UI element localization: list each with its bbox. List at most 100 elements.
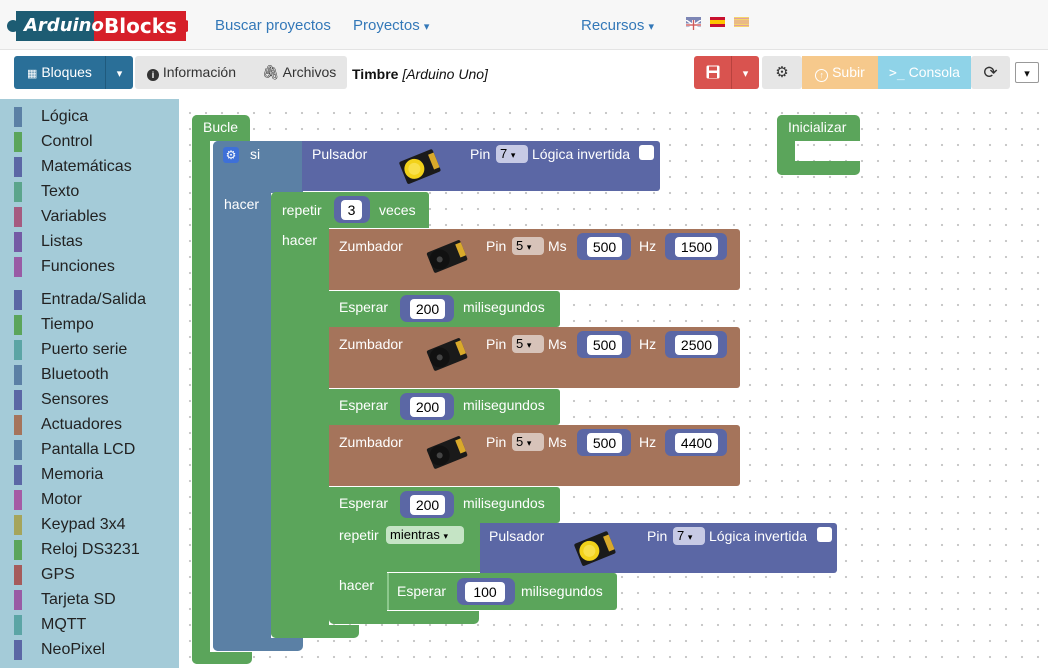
while-pin-select[interactable]: 7 ▾ <box>673 527 705 545</box>
category-item[interactable]: Memoria <box>14 463 179 485</box>
inverted-checkbox[interactable] <box>639 145 654 160</box>
inverted-label: Lógica invertida <box>532 146 631 162</box>
while-inverted-checkbox[interactable] <box>817 527 832 542</box>
catalan-flag-icon[interactable] <box>734 17 749 27</box>
repeat-mode-select[interactable]: mientras ▾ <box>386 526 464 544</box>
wait-value[interactable]: 200 <box>410 299 445 319</box>
buzzer-hz-value[interactable]: 4400 <box>675 433 718 453</box>
info-files-group: i Información 🖇 Archivos <box>135 56 347 89</box>
inner-wait-value-block[interactable]: 100 <box>457 578 515 605</box>
arduinoblocks-logo[interactable]: Arduino Blocks <box>6 8 191 44</box>
category-item[interactable]: Listas <box>14 230 179 252</box>
category-item[interactable]: NeoPixel <box>14 638 179 660</box>
wait-block[interactable]: Esperar 200 milisegundos <box>329 291 560 327</box>
loop-block-label: Bucle <box>203 119 239 135</box>
repeat-while-do-label: hacer <box>339 577 375 593</box>
blocks-dropdown-button[interactable]: ▾ <box>106 56 133 89</box>
category-item[interactable]: MQTT <box>14 613 179 635</box>
category-item[interactable]: Bluetooth <box>14 363 179 385</box>
blocks-workspace[interactable]: Bucle Inicializar ⚙ si hacer Pulsador Pi… <box>179 99 1048 668</box>
category-item[interactable]: Variables <box>14 205 179 227</box>
category-item[interactable]: Motor <box>14 488 179 510</box>
category-item[interactable]: Lógica <box>14 105 179 127</box>
category-item[interactable]: Actuadores <box>14 413 179 435</box>
wait-value-block[interactable]: 200 <box>400 491 454 518</box>
info-button-label: Información <box>162 64 237 80</box>
category-item[interactable]: Reloj DS3231 <box>14 538 179 560</box>
wait-block[interactable]: Esperar 200 milisegundos <box>329 389 560 425</box>
save-dropdown-button[interactable]: ▾ <box>732 56 759 89</box>
upload-circle-icon: ↑ <box>815 69 829 82</box>
category-item[interactable]: Matemáticas <box>14 155 179 177</box>
repeat-count-block[interactable]: 3 <box>334 196 370 223</box>
save-button[interactable] <box>694 56 732 89</box>
project-name: Timbre <box>352 66 399 82</box>
inner-wait-block[interactable]: Esperar 100 milisegundos <box>387 573 617 610</box>
wait-value[interactable]: 200 <box>410 397 445 417</box>
buzzer-ms-value[interactable]: 500 <box>587 433 622 453</box>
buzzer-hz-value-block[interactable]: 2500 <box>665 331 727 358</box>
buzzer-hz-value-block[interactable]: 1500 <box>665 233 727 260</box>
category-item[interactable]: Puerto serie <box>14 338 179 360</box>
serial-port-select[interactable]: ▾ <box>1015 62 1039 83</box>
wait-value-block[interactable]: 200 <box>400 393 454 420</box>
category-item[interactable]: Texto <box>14 180 179 202</box>
inner-wait-value[interactable]: 100 <box>465 582 505 602</box>
info-button[interactable]: i Información <box>135 56 248 89</box>
pin-select[interactable]: 7 ▾ <box>496 145 528 163</box>
category-item[interactable]: Entrada/Salida <box>14 288 179 310</box>
buzzer-hz-value-block[interactable]: 4400 <box>665 429 727 456</box>
spanish-flag-icon[interactable] <box>710 17 725 27</box>
mutator-gear-icon[interactable]: ⚙ <box>223 147 239 163</box>
upload-button[interactable]: ↑ Subir <box>802 56 878 89</box>
files-button[interactable]: 🖇 Archivos <box>255 56 343 89</box>
setup-block[interactable]: Inicializar <box>777 115 860 175</box>
dropdown-caret-icon: ▾ <box>687 532 693 542</box>
nav-projects-menu[interactable]: Proyectos ▾ <box>353 17 429 34</box>
category-item[interactable]: Sensores <box>14 388 179 410</box>
buzzer-block[interactable]: Zumbador Pin 5 ▾ Ms 500 Hz 4400 <box>329 425 740 486</box>
repeat-count-value[interactable]: 3 <box>341 200 362 220</box>
wait-value[interactable]: 200 <box>410 495 445 515</box>
top-navbar: Arduino Blocks Buscar proyectos Proyecto… <box>0 0 1048 50</box>
category-item[interactable]: Tiempo <box>14 313 179 335</box>
button-sensor-block[interactable]: Pulsador Pin 7 ▾ Lógica invertida <box>302 141 660 191</box>
category-item[interactable]: Tarjeta SD <box>14 588 179 610</box>
buzzer-ms-value-block[interactable]: 500 <box>577 429 631 456</box>
paperclip-icon: 🖇 <box>261 64 280 80</box>
buzzer-hz-value[interactable]: 1500 <box>675 237 718 257</box>
category-item[interactable]: Keypad 3x4 <box>14 513 179 535</box>
wait-block[interactable]: Esperar 200 milisegundos <box>329 487 560 523</box>
category-item[interactable]: Control <box>14 130 179 152</box>
buzzer-block[interactable]: Zumbador Pin 5 ▾ Ms 500 Hz 1500 <box>329 229 740 290</box>
blocks-button[interactable]: ▦ Bloques <box>14 56 106 89</box>
settings-button[interactable]: ⚙ <box>762 56 802 89</box>
buzzer-ms-value-block[interactable]: 500 <box>577 233 631 260</box>
blocks-button-label: Bloques <box>41 64 92 80</box>
nav-search-projects[interactable]: Buscar proyectos <box>215 17 331 34</box>
category-item[interactable]: Funciones <box>14 255 179 277</box>
buzzer-label: Zumbador <box>339 336 403 352</box>
nav-resources-menu[interactable]: Recursos ▾ <box>581 17 654 34</box>
buzzer-pin-select[interactable]: 5 ▾ <box>512 433 544 451</box>
buzzer-ms-value-block[interactable]: 500 <box>577 331 631 358</box>
console-button[interactable]: >_ Consola <box>878 56 971 89</box>
buzzer-hz-value[interactable]: 2500 <box>675 335 718 355</box>
buzzer-pin-select[interactable]: 5 ▾ <box>512 237 544 255</box>
refresh-button[interactable]: ⟳ <box>971 56 1010 89</box>
wait-value-block[interactable]: 200 <box>400 295 454 322</box>
board-name: [Arduino Uno] <box>402 66 488 82</box>
buzzer-ms-value[interactable]: 500 <box>587 237 622 257</box>
save-button-group: ▾ <box>694 56 759 89</box>
category-item[interactable]: Pantalla LCD <box>14 438 179 460</box>
buzzer-block[interactable]: Zumbador Pin 5 ▾ Ms 500 Hz 2500 <box>329 327 740 388</box>
category-item[interactable]: GPS <box>14 563 179 585</box>
buzzer-pin-value: 5 <box>516 434 524 449</box>
repeat-mode-value: mientras <box>390 527 440 542</box>
buzzer-pin-select[interactable]: 5 ▾ <box>512 335 544 353</box>
while-button-sensor-block[interactable]: Pulsador Pin 7 ▾ Lógica invertida <box>480 523 837 573</box>
category-label: Lógica <box>41 108 89 125</box>
buzzer-module-icon <box>415 333 471 380</box>
english-flag-icon[interactable] <box>685 17 702 31</box>
buzzer-ms-value[interactable]: 500 <box>587 335 622 355</box>
